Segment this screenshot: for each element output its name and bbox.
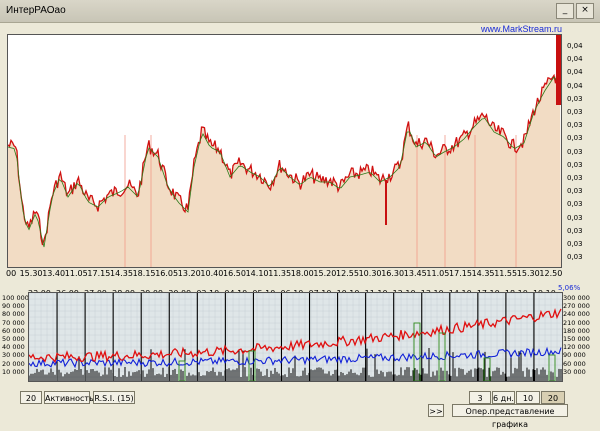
time-tick-label: 16.50: [223, 269, 246, 278]
volume-chart: [28, 292, 563, 382]
activity-button[interactable]: Активность: [44, 391, 94, 404]
time-tick-label: 12.55: [336, 269, 359, 278]
time-tick-label: 11.05: [426, 269, 450, 278]
minimize-icon[interactable]: _: [556, 3, 574, 19]
volume-tick-label: 20 000: [2, 359, 25, 368]
price-tick-label: 0,04: [567, 81, 583, 90]
volume-tick-label-right: 150 000: [563, 335, 590, 343]
percent-label: 5,06%: [558, 284, 581, 292]
time-tick-label: 17.15: [449, 269, 472, 278]
price-tick-label: 0,03: [567, 174, 583, 182]
time-tick-label: 13.40: [42, 269, 66, 278]
volume-tick-label-right: 270 000: [563, 302, 590, 311]
time-tick-label: 10.40: [200, 269, 224, 278]
price-tick-label: 0,04: [567, 42, 583, 50]
window-title: ИнтерРАОао: [6, 5, 66, 16]
period-6days-button[interactable]: 6 дн.: [492, 391, 515, 404]
time-tick-label: 13.45: [403, 269, 427, 278]
time-axis: 00 15.30 13.40 11.05 17.15 14.35 18.15 16.05 13.…: [0, 267, 563, 279]
volume-tick-label: 40 000: [2, 343, 25, 352]
time-tick-label: 16.05: [155, 269, 179, 278]
rsi-button[interactable]: R.S.I. (15): [93, 391, 135, 404]
time-tick-label: 18.00: [290, 269, 314, 278]
chart-options-button[interactable]: Опер.представление графика: [452, 404, 568, 429]
volume-tick-label-right: 90 000: [563, 351, 586, 360]
volume-tick-label: 90 000: [2, 302, 25, 311]
price-tick-label: 0,03: [567, 108, 583, 116]
price-tick-label: 0,03: [567, 226, 583, 235]
price-chart: [7, 34, 562, 268]
price-tick-label: 0,03: [567, 121, 583, 130]
time-tick-label: 15.30: [19, 269, 43, 278]
price-tick-label: 0,03: [567, 134, 583, 143]
brand-link[interactable]: www.MarkStream.ru: [481, 24, 562, 34]
time-tick-label: 11.55: [494, 269, 518, 278]
volume-tick-label-right: 180 000: [563, 326, 590, 335]
volume-tick-label: 50 000: [2, 335, 25, 343]
time-tick-label: 00: [6, 269, 17, 278]
price-tick-label: 0,03: [567, 240, 583, 248]
price-chart-canvas: [8, 35, 561, 267]
time-tick-label: 14.35: [110, 269, 133, 278]
time-tick-label: 18.15: [132, 269, 156, 278]
time-tick-label: 11.05: [64, 269, 88, 278]
volume-tick-label: 10 000: [2, 367, 25, 376]
time-tick-label: 15.30: [516, 269, 540, 278]
price-axis: 0,04 0,04 0,04 0,04 0,03 0,03 0,03 0,03 0,03 0,03…: [562, 34, 598, 266]
volume-tick-label: 30 000: [2, 351, 25, 360]
time-tick-label: 16.30: [381, 269, 405, 278]
time-tick-label: 11.35: [268, 269, 292, 278]
price-tick-label: 0,03: [567, 253, 583, 262]
period-3days-button[interactable]: 3 дн.: [469, 391, 491, 416]
price-tick-label: 0,03: [567, 147, 583, 156]
price-tick-label: 0,03: [567, 94, 583, 103]
time-tick-label: 13.20: [177, 269, 201, 278]
volume-tick-label: 80 000: [2, 310, 25, 319]
time-tick-label: 15.20: [313, 269, 337, 278]
price-tick-label: 0,03: [567, 213, 583, 222]
close-icon[interactable]: ×: [576, 3, 594, 19]
time-tick-label: 14.10: [245, 269, 269, 278]
period-10days-button[interactable]: 10 дн.: [516, 391, 540, 416]
volume-tick-label-right: 30 000: [563, 367, 586, 376]
period-20days-button[interactable]: 20 дн.: [541, 391, 565, 416]
time-tick-label: 14.35: [471, 269, 495, 278]
price-tick-label: 0,03: [567, 200, 583, 209]
time-tick-label: 17.15: [87, 269, 111, 278]
price-tick-label: 0,03: [567, 160, 583, 169]
volume-tick-label: 100 000: [2, 294, 29, 302]
volume-chart-canvas: [29, 293, 562, 381]
volume-tick-label-right: 60 000: [563, 359, 586, 368]
volume-tick-label: 60 000: [2, 326, 25, 335]
title-bar: ИнтерРАОао _ ×: [0, 0, 600, 23]
volume-tick-label-right: 120 000: [563, 343, 590, 352]
time-tick-label: 12.50: [539, 269, 563, 278]
price-tick-label: 0,03: [567, 187, 583, 196]
time-tick-label: 10.30: [358, 269, 382, 278]
price-tick-label: 0,04: [567, 68, 583, 77]
volume-tick-label-right: 210 000: [563, 318, 590, 327]
period-field[interactable]: 20: [20, 391, 42, 404]
volume-tick-label-right: 300 000: [563, 294, 590, 302]
price-tick-label: 0,04: [567, 55, 583, 64]
volume-tick-label-right: 240 000: [563, 310, 590, 319]
scroll-right-button[interactable]: >>: [428, 404, 444, 417]
volume-tick-label: 70 000: [2, 318, 25, 327]
